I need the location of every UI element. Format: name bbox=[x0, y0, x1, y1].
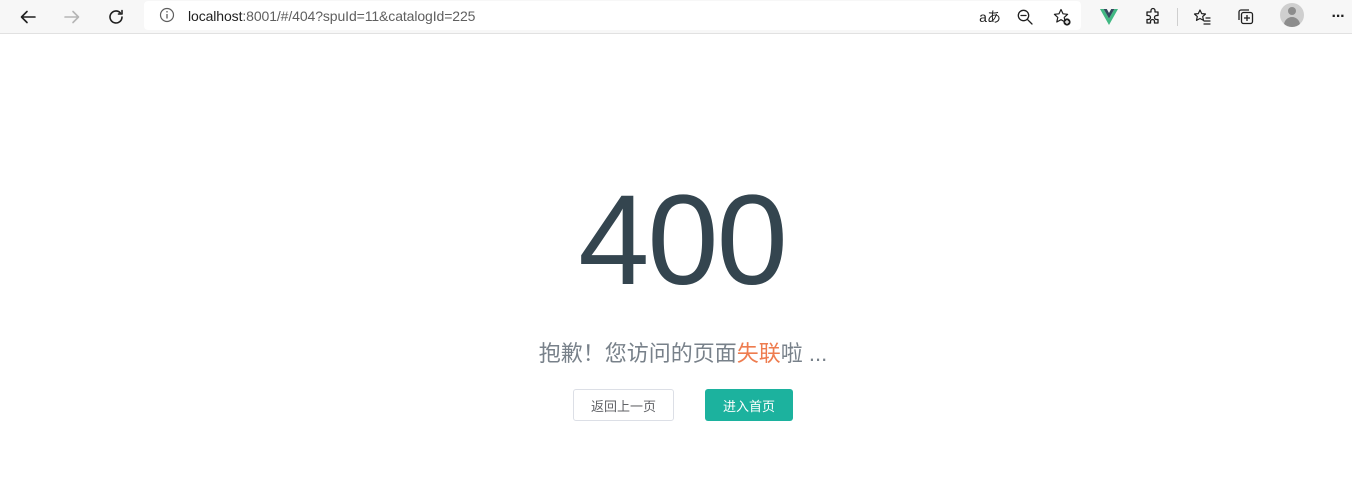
url-text[interactable]: localhost:8001/#/404?spuId=11&catalogId=… bbox=[188, 8, 475, 24]
error-code: 400 bbox=[578, 169, 788, 312]
more-menu-icon[interactable]: ··· bbox=[1325, 4, 1351, 30]
avatar-body bbox=[1284, 17, 1300, 27]
more-menu-label: ··· bbox=[1331, 8, 1346, 25]
profile-avatar-icon[interactable] bbox=[1280, 3, 1304, 27]
refresh-icon[interactable] bbox=[103, 4, 129, 30]
read-aloud-label: aあ bbox=[979, 9, 1001, 25]
error-message: 抱歉！您访问的页面失联啦 ... bbox=[0, 336, 1352, 368]
collections-icon[interactable] bbox=[1233, 4, 1259, 30]
info-icon[interactable] bbox=[158, 6, 176, 24]
back-arrow-icon[interactable] bbox=[15, 4, 41, 30]
message-prefix: 抱歉！您访问的页面 bbox=[538, 341, 737, 366]
url-host: localhost bbox=[188, 8, 243, 24]
url-path: :8001/#/404?spuId=11&catalogId=225 bbox=[242, 8, 476, 24]
read-aloud-icon[interactable]: aあ bbox=[976, 4, 1004, 30]
toolbar-separator bbox=[1177, 8, 1178, 26]
error-page: 400 抱歉！您访问的页面失联啦 ... 返回上一页 进入首页 bbox=[0, 35, 1352, 502]
avatar-head bbox=[1288, 7, 1296, 15]
message-highlight: 失联 bbox=[736, 341, 781, 366]
forward-arrow-icon[interactable] bbox=[59, 4, 85, 30]
browser-toolbar: localhost:8001/#/404?spuId=11&catalogId=… bbox=[0, 0, 1352, 34]
extensions-icon[interactable] bbox=[1140, 4, 1166, 30]
address-bar[interactable]: localhost:8001/#/404?spuId=11&catalogId=… bbox=[144, 1, 1081, 30]
add-favorite-icon[interactable] bbox=[1049, 4, 1075, 30]
zoom-out-icon[interactable] bbox=[1012, 4, 1038, 30]
go-home-button[interactable]: 进入首页 bbox=[705, 389, 793, 421]
go-back-button[interactable]: 返回上一页 bbox=[573, 389, 674, 421]
message-suffix: 啦 ... bbox=[780, 341, 828, 366]
vue-extension-icon[interactable] bbox=[1096, 4, 1122, 30]
favorites-icon[interactable] bbox=[1189, 4, 1215, 30]
